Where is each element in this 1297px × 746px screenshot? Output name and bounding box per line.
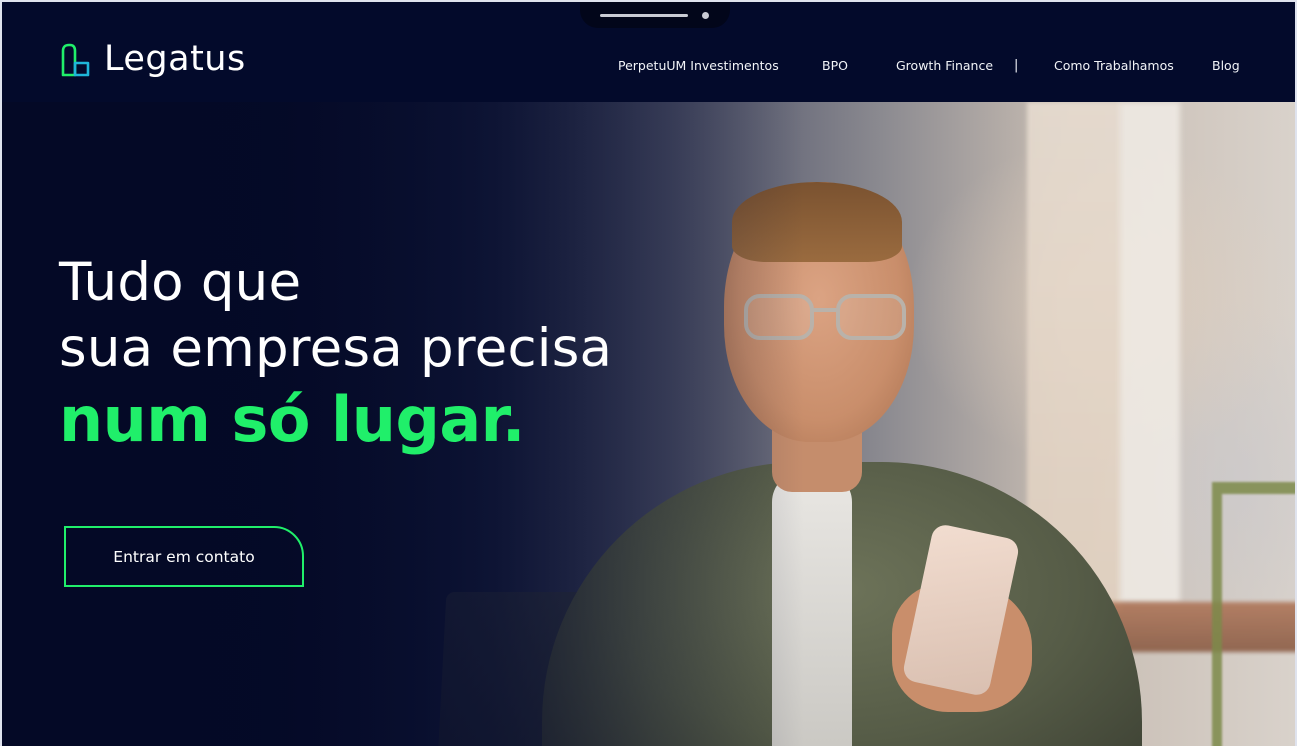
notch-bar [600,14,688,17]
nav-item-bpo[interactable]: BPO [822,58,848,73]
main-nav: PerpetuUM Investimentos BPO Growth Finan… [2,58,1295,78]
hero-section: Tudo que sua empresa precisa num só luga… [2,102,1295,746]
headline-line-2: sua empresa precisa [59,318,613,379]
hero-headline: Tudo que sua empresa precisa num só luga… [59,250,612,458]
camera-dot [702,12,709,19]
headline-line-1: Tudo que [59,252,302,313]
nav-item-blog[interactable]: Blog [1212,58,1240,73]
headline-line-3: num só lugar. [59,383,525,456]
nav-item-growth-finance[interactable]: Growth Finance [896,58,993,73]
nav-item-como-trabalhamos[interactable]: Como Trabalhamos [1054,58,1174,73]
nav-item-perpetuum[interactable]: PerpetuUM Investimentos [618,58,779,73]
camera-notch [580,2,730,28]
contact-button[interactable]: Entrar em contato [64,526,304,587]
browser-frame: Tudo que sua empresa precisa num só luga… [0,0,1297,746]
nav-separator: | [1014,58,1019,73]
